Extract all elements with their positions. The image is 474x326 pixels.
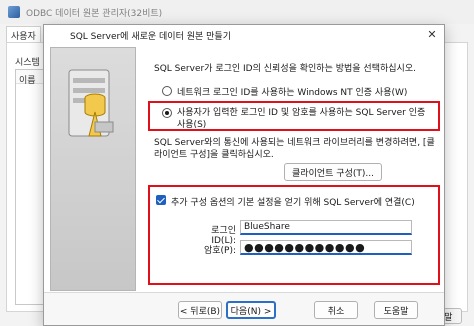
auth-option-windows-label: 네트워크 로그인 ID를 사용하는 Windows NT 인증 사용(W) <box>177 88 408 98</box>
parent-title: ODBC 데이터 원본 관리자(32비트) <box>26 8 163 19</box>
auth-option-sql[interactable]: 사용자가 입력한 로그인 ID 및 암호를 사용하는 SQL Server 인증… <box>162 107 436 131</box>
radio-sql-auth[interactable] <box>162 108 172 118</box>
connect-checkbox-label: 추가 구성 옵션의 기본 설정을 얻기 위해 SQL Server에 연결(C) <box>171 198 415 208</box>
cancel-button[interactable]: 취소 <box>314 301 358 319</box>
auth-option-windows[interactable]: 네트워크 로그인 ID를 사용하는 Windows NT 인증 사용(W) <box>162 85 440 98</box>
dialog-titlebar: SQL Server에 새로운 데이터 원본 만들기 <box>44 25 444 45</box>
connect-checkbox[interactable] <box>156 195 166 205</box>
back-button[interactable]: < 뒤로(B) <box>178 301 222 319</box>
client-config-info: SQL Server와의 통신에 사용되는 네트워크 라이브러리를 변경하려면,… <box>154 138 435 160</box>
dialog-body: SQL Server가 로그인 ID의 신뢰성을 확인하는 방법을 선택하십시오… <box>44 45 444 325</box>
close-icon[interactable]: ✕ <box>424 27 440 43</box>
parent-panel-label: 시스템 <box>15 58 40 68</box>
password-label: 암호(P): <box>203 246 236 256</box>
intro-text: SQL Server가 로그인 ID의 신뢰성을 확인하는 방법을 선택하십시오… <box>154 64 416 74</box>
tab-user-dsn[interactable]: 사용자 <box>6 26 41 42</box>
radio-windows-auth[interactable] <box>162 86 172 96</box>
login-id-input[interactable]: BlueShare <box>240 220 412 235</box>
database-server-icon <box>68 69 114 137</box>
wizard-side-image <box>50 47 136 291</box>
dialog-title: SQL Server에 새로운 데이터 원본 만들기 <box>70 31 231 42</box>
client-config-button[interactable]: 클라이언트 구성(T)... <box>284 163 382 181</box>
auth-option-sql-label: 사용자가 입력한 로그인 ID 및 암호를 사용하는 SQL Server 인증… <box>177 108 426 130</box>
parent-tab-strip: 사용자 <box>6 26 41 42</box>
connect-option-row[interactable]: 추가 구성 옵션의 기본 설정을 얻기 위해 SQL Server에 연결(C) <box>156 195 438 208</box>
parent-titlebar: ODBC 데이터 원본 관리자(32비트) <box>0 0 474 24</box>
create-dsn-dialog: SQL Server에 새로운 데이터 원본 만들기 ✕ SQL Server가… <box>43 24 445 326</box>
next-button[interactable]: 다음(N) > <box>226 301 276 319</box>
help-button[interactable]: 도움말 <box>374 301 418 319</box>
password-input[interactable]: ●●●●●●●●●●●● <box>240 240 412 255</box>
odbc-app-icon <box>8 6 20 18</box>
